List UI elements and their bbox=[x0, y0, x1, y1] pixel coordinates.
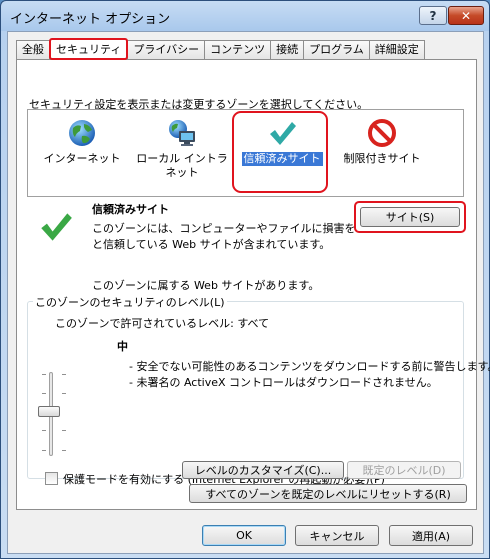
tab-connections[interactable]: 接続 bbox=[270, 40, 305, 60]
zone-restricted-sites[interactable]: 制限付きサイト bbox=[332, 112, 432, 166]
protected-mode-checkbox[interactable] bbox=[45, 472, 58, 485]
zone-title: 信頼済みサイト bbox=[92, 203, 169, 216]
default-level-button[interactable]: 既定のレベル(D) bbox=[347, 461, 461, 479]
zone-internet[interactable]: インターネット bbox=[32, 112, 132, 166]
zone-large-check-icon bbox=[39, 210, 73, 247]
slider-tick bbox=[62, 393, 66, 394]
zone-desc-line-2: と信頼している Web サイトが含まれています。 bbox=[92, 238, 331, 251]
help-button[interactable]: ? bbox=[419, 6, 447, 25]
tab-content[interactable]: コンテンツ bbox=[204, 40, 272, 60]
sites-button[interactable]: サイト(S) bbox=[360, 207, 460, 227]
cancel-button[interactable]: キャンセル bbox=[295, 525, 379, 546]
slider-tick bbox=[62, 450, 66, 451]
security-level-slider-thumb[interactable] bbox=[38, 406, 60, 417]
zone-label-internet: インターネット bbox=[43, 152, 121, 165]
ok-button[interactable]: OK bbox=[202, 525, 286, 546]
security-level-group-title: このゾーンのセキュリティのレベル(L) bbox=[33, 294, 227, 310]
sites-note: このゾーンに属する Web サイトがあります。 bbox=[92, 279, 320, 292]
tab-security[interactable]: セキュリティ bbox=[49, 38, 129, 60]
allowed-level-text: このゾーンで許可されているレベル: すべて bbox=[55, 317, 270, 330]
slider-tick bbox=[42, 430, 46, 431]
custom-level-button[interactable]: レベルのカスタマイズ(C)... bbox=[182, 461, 344, 479]
level-bullet-1: - 安全でない可能性のあるコンテンツをダウンロードする前に警告します。 bbox=[129, 360, 490, 373]
tab-privacy[interactable]: プライバシー bbox=[127, 40, 206, 60]
zone-label-restricted-sites: 制限付きサイト bbox=[343, 152, 421, 165]
security-panel: セキュリティ設定を表示または変更するゾーンを選択してください。 インターネット bbox=[16, 59, 490, 510]
tab-programs[interactable]: プログラム bbox=[303, 40, 370, 60]
slider-tick bbox=[42, 393, 46, 394]
close-button[interactable]: ✕ bbox=[448, 6, 484, 25]
intranet-icon bbox=[167, 118, 197, 148]
slider-tick bbox=[62, 430, 66, 431]
slider-tick bbox=[62, 374, 66, 375]
tab-strip: 全般 セキュリティ プライバシー コンテンツ 接続 プログラム 詳細設定 bbox=[16, 38, 425, 60]
tab-advanced[interactable]: 詳細設定 bbox=[368, 40, 425, 60]
restricted-icon bbox=[367, 118, 397, 148]
tab-general[interactable]: 全般 bbox=[16, 40, 50, 60]
reset-all-zones-button[interactable]: すべてのゾーンを既定のレベルにリセットする(R) bbox=[189, 484, 467, 503]
slider-tick bbox=[42, 450, 46, 451]
zone-local-intranet[interactable]: ローカル イントラネット bbox=[132, 112, 232, 180]
zone-label-local-intranet: ローカル イントラネット bbox=[136, 152, 228, 179]
globe-icon bbox=[67, 118, 97, 148]
trusted-zone-highlight bbox=[232, 111, 328, 193]
zone-desc-line-1: このゾーンには、コンピューターやファイルに損害を与えない bbox=[92, 222, 354, 235]
apply-button[interactable]: 適用(A) bbox=[389, 525, 473, 546]
dialog-client-area: 全般 セキュリティ プライバシー コンテンツ 接続 プログラム 詳細設定 セキュ… bbox=[7, 31, 490, 554]
level-bullet-2: - 未署名の ActiveX コントロールはダウンロードされません。 bbox=[129, 376, 438, 389]
slider-tick bbox=[42, 374, 46, 375]
title-bar[interactable]: インターネット オプション ? ✕ bbox=[1, 1, 489, 31]
window-title: インターネット オプション bbox=[10, 12, 171, 27]
level-name: 中 bbox=[117, 340, 128, 353]
internet-options-window: インターネット オプション ? ✕ 全般 セキュリティ プライバシー コンテンツ… bbox=[0, 0, 490, 559]
